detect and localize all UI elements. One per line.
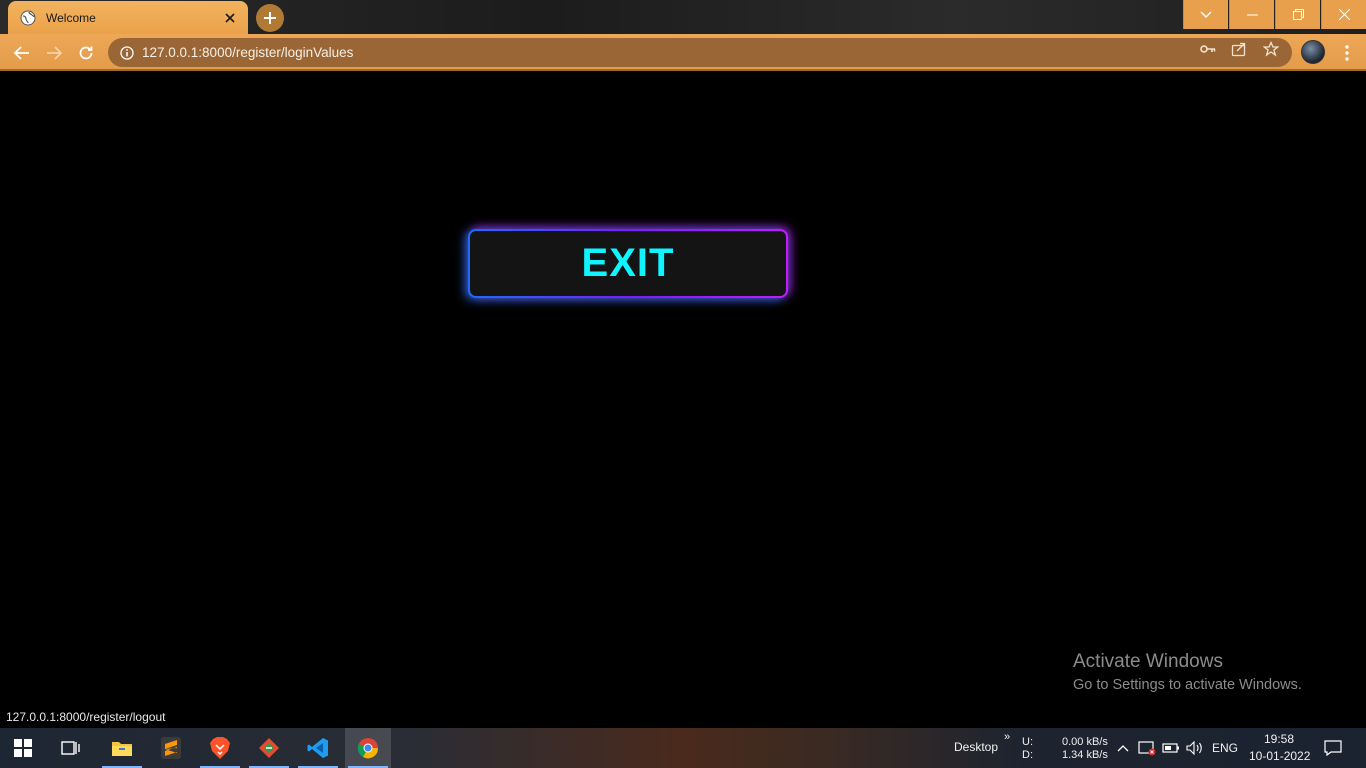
minimize-icon — [1246, 14, 1258, 15]
bookmark-star-icon[interactable] — [1262, 40, 1280, 58]
chevron-down-icon — [1200, 11, 1212, 18]
git-diamond-icon — [259, 738, 279, 758]
activate-windows-title: Activate Windows — [1073, 651, 1223, 672]
battery-tray-button[interactable] — [1160, 728, 1182, 768]
new-tab-button[interactable] — [256, 4, 284, 32]
url-text: 127.0.0.1:8000/register/loginValues — [142, 45, 354, 60]
file-explorer-button[interactable] — [99, 728, 145, 768]
vscode-button[interactable] — [295, 728, 341, 768]
minimize-button[interactable] — [1229, 0, 1274, 29]
tray-overflow-button[interactable] — [1114, 728, 1132, 768]
tab-search-button[interactable] — [1183, 0, 1228, 29]
volume-tray-button[interactable] — [1184, 728, 1206, 768]
upload-label: U: — [1022, 736, 1033, 748]
share-icon[interactable] — [1230, 40, 1248, 58]
restore-button[interactable] — [1275, 0, 1320, 29]
more-vertical-icon — [1345, 45, 1349, 61]
info-icon[interactable] — [112, 45, 142, 60]
desktop-toolbar-label[interactable]: Desktop — [954, 740, 998, 754]
tab-title: Welcome — [46, 10, 96, 25]
task-view-button[interactable] — [48, 728, 94, 768]
exit-button[interactable]: EXIT — [468, 229, 788, 298]
action-center-button[interactable] — [1318, 728, 1348, 768]
language-indicator[interactable]: ENG — [1212, 741, 1238, 755]
chrome-button[interactable] — [345, 728, 391, 768]
chevron-up-icon — [1117, 745, 1129, 752]
plus-icon — [264, 12, 276, 24]
download-label: D: — [1022, 749, 1033, 761]
tab-close-icon[interactable] — [222, 10, 238, 26]
speaker-icon — [1186, 741, 1202, 755]
brave-lion-icon — [210, 737, 230, 759]
antivirus-icon — [1138, 741, 1156, 756]
browser-menu-button[interactable] — [1336, 42, 1358, 64]
back-button[interactable] — [8, 39, 36, 67]
security-tray-button[interactable] — [1136, 728, 1158, 768]
clock-date[interactable]: 10-01-2022 — [1249, 749, 1310, 763]
activate-windows-subtitle: Go to Settings to activate Windows. — [1073, 677, 1302, 693]
reload-icon — [79, 46, 93, 60]
start-button[interactable] — [0, 728, 46, 768]
folder-icon — [112, 742, 132, 756]
battery-icon — [1162, 743, 1179, 753]
clock-time[interactable]: 19:58 — [1264, 732, 1294, 746]
browser-title-bar: Welcome — [0, 0, 1366, 34]
close-window-button[interactable] — [1321, 0, 1366, 29]
address-bar[interactable]: 127.0.0.1:8000/register/loginValues — [108, 38, 1292, 67]
sublime-text-icon — [161, 737, 181, 759]
restore-icon — [1292, 9, 1304, 20]
link-status-bar: 127.0.0.1:8000/register/logout — [0, 708, 172, 728]
download-speed: 1.34 kB/s — [1062, 749, 1108, 761]
task-view-icon — [61, 741, 80, 755]
notification-icon — [1324, 740, 1342, 756]
chevron-right-icon[interactable]: » — [1004, 731, 1010, 743]
sublime-text-button[interactable] — [148, 728, 194, 768]
profile-avatar[interactable] — [1301, 40, 1325, 64]
browser-tab-welcome[interactable]: Welcome — [8, 1, 248, 34]
git-gui-button[interactable] — [246, 728, 292, 768]
page-content: EXIT Activate Windows Go to Settings to … — [0, 71, 1366, 728]
windows-taskbar: Desktop » U: D: 0.00 kB/s 1.34 kB/s ENG … — [0, 728, 1366, 768]
upload-speed: 0.00 kB/s — [1062, 736, 1108, 748]
browser-toolbar: 127.0.0.1:8000/register/loginValues — [0, 34, 1366, 71]
activate-windows-watermark: Activate Windows Go to Settings to activ… — [1073, 651, 1302, 693]
forward-arrow-icon — [47, 46, 62, 60]
forward-button[interactable] — [40, 39, 68, 67]
globe-icon — [20, 10, 36, 26]
close-icon — [1338, 9, 1350, 20]
chrome-icon — [357, 738, 379, 759]
key-icon[interactable] — [1199, 40, 1217, 58]
brave-browser-button[interactable] — [197, 728, 243, 768]
vscode-icon — [307, 738, 328, 758]
windows-logo-icon — [14, 739, 32, 757]
back-arrow-icon — [14, 46, 29, 60]
reload-button[interactable] — [72, 39, 100, 67]
